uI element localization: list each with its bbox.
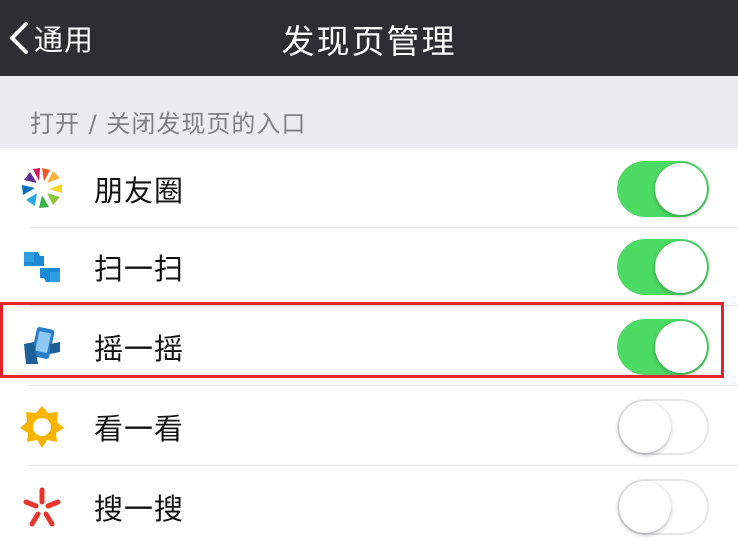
page-title: 发现页管理 [281, 22, 457, 61]
toggle-knob [655, 241, 707, 293]
moments-toggle[interactable] [617, 161, 709, 217]
list-item-search: 搜一搜 [0, 466, 738, 546]
list-item-label: 搜一搜 [94, 492, 185, 526]
scan-icon [20, 244, 64, 288]
toggle-knob [655, 163, 707, 215]
scan-toggle[interactable] [617, 239, 709, 295]
search-toggle[interactable] [617, 479, 709, 535]
moments-aperture-icon [20, 166, 64, 210]
discover-entries-list: 朋友圈 扫一扫 摇一摇 看一看 搜一搜 [0, 148, 738, 559]
list-item-label: 摇一摇 [94, 332, 185, 366]
navigation-bar: 通用 发现页管理 [0, 0, 738, 76]
top-stories-icon [20, 404, 64, 448]
list-item-shake: 摇一摇 [0, 306, 738, 386]
list-item-label: 朋友圈 [94, 174, 185, 208]
list-item-label: 看一看 [94, 412, 185, 446]
section-header: 打开 / 关闭发现页的入口 [0, 76, 738, 148]
top-stories-toggle[interactable] [617, 399, 709, 455]
shake-toggle[interactable] [617, 319, 709, 375]
toggle-knob [655, 321, 707, 373]
list-item-moments: 朋友圈 [0, 148, 738, 228]
search-spark-icon [20, 484, 64, 528]
shake-icon [20, 324, 64, 368]
list-item-scan: 扫一扫 [0, 226, 738, 306]
section-header-label: 打开 / 关闭发现页的入口 [30, 110, 307, 138]
toggle-knob [619, 481, 671, 533]
toggle-knob [619, 401, 671, 453]
list-item-label: 扫一扫 [94, 252, 185, 286]
list-item-top-stories: 看一看 [0, 386, 738, 466]
